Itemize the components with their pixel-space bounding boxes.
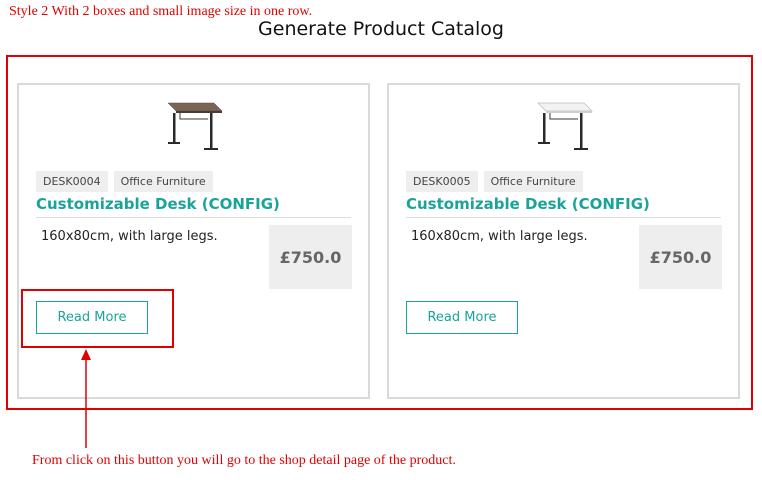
page-title: Generate Product Catalog — [258, 18, 504, 40]
product-card: DESK0004 Office Furniture Customizable D… — [17, 83, 370, 399]
category-badge[interactable]: Office Furniture — [113, 171, 213, 192]
price-box: £750.0 — [269, 225, 352, 289]
sku-badge: DESK0004 — [36, 171, 108, 192]
category-badge[interactable]: Office Furniture — [483, 171, 583, 192]
read-more-button[interactable]: Read More — [406, 301, 518, 334]
product-description: 160x80cm, with large legs. — [41, 229, 218, 244]
product-title-link[interactable]: Customizable Desk (CONFIG) — [406, 195, 650, 213]
annotation-bottom-note: From click on this button you will go to… — [32, 453, 456, 468]
divider — [406, 217, 721, 218]
button-highlight-frame — [21, 289, 174, 348]
price-box: £750.0 — [639, 225, 722, 289]
sku-badge: DESK0005 — [406, 171, 478, 192]
product-description: 160x80cm, with large legs. — [411, 229, 588, 244]
divider — [36, 217, 351, 218]
desk-image — [537, 102, 593, 150]
desk-image — [167, 102, 223, 150]
product-card: DESK0005 Office Furniture Customizable D… — [387, 83, 740, 399]
product-title-link[interactable]: Customizable Desk (CONFIG) — [36, 195, 280, 213]
